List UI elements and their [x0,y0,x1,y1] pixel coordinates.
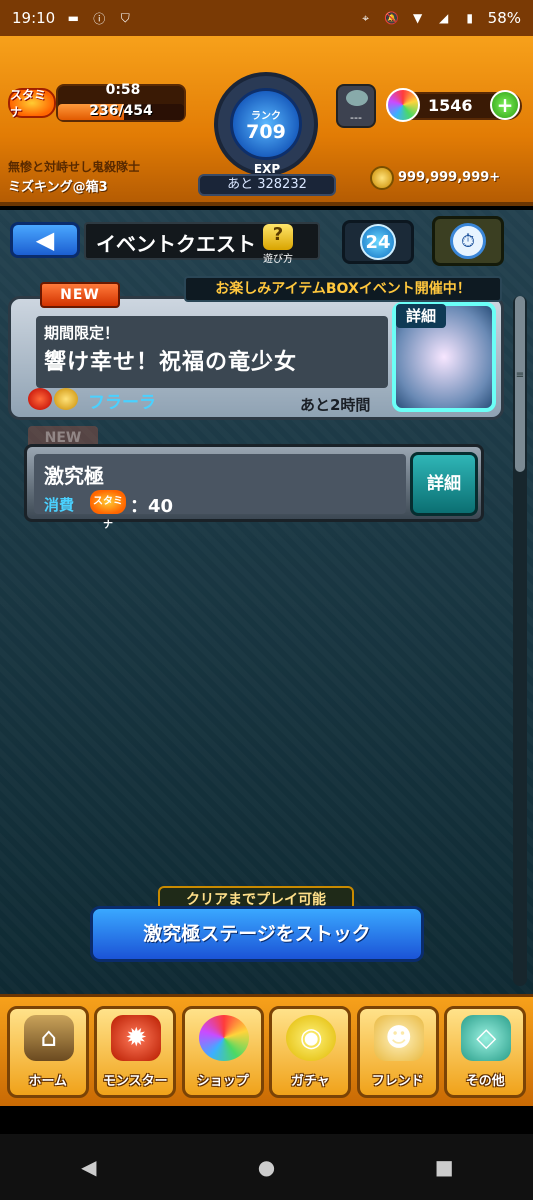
clock-time: 19:10 [12,9,56,27]
rank-orb: ランク 709 [230,88,302,160]
orb-icon [386,88,420,122]
help-button[interactable]: ? 遊び方 [258,224,298,265]
coin-count: 999,999,999+ [398,170,501,185]
stamina-timer: 0:58 [105,82,141,98]
back-icon[interactable]: ◀ [71,1149,107,1185]
back-button[interactable]: ◀ [10,222,80,258]
rank-badge[interactable]: ランク 709 [214,72,318,176]
tab-other[interactable]: ◇ その他 [444,1005,527,1098]
player-title: 無惨と対峙せし鬼殺隊士 [8,160,141,174]
tab-home[interactable]: ⌂ ホーム [6,1005,89,1098]
treasure-icon [54,388,78,410]
back-arrow-icon: ◀ [35,226,55,254]
quest-cost-label: 消費 [44,496,75,514]
bottom-tab-bar: ⌂ ホーム ✹ モンスター ショップ ◉ ガチャ ☻ フレンド ◇ その他 [0,994,533,1106]
stock-stage-button[interactable]: 激究極ステージをストック [90,906,424,962]
stamina-icon: スタミナ [90,490,126,531]
rank-number: 709 [246,121,286,143]
exp-remaining: あと 328232 [198,174,336,196]
quest-detail-button[interactable]: 詳細 [410,452,478,516]
mute-icon: 🔕 [384,11,400,25]
demon-icon [28,388,52,410]
page-title: イベントクエスト [96,232,256,256]
scrollbar-grip-icon: ≡ [515,370,525,381]
tab-label: その他 [465,1073,505,1089]
home-icon: ⌂ [23,1014,74,1061]
quest-cost-value: ：40 [130,496,174,517]
timer-button[interactable]: ⏱ [432,216,504,266]
coin-icon [370,166,394,190]
tab-label: ショップ [196,1073,249,1089]
friend-icon: ☻ [373,1014,424,1061]
shield-icon: ⛉ [120,10,130,25]
other-icon: ◇ [461,1014,512,1061]
orb-count: 1546 [428,96,473,115]
battery-level: 58% [487,9,521,27]
gacha-icon: ◉ [286,1014,337,1061]
wifi-icon: ▼ [413,11,423,25]
tab-label: ホーム [28,1073,68,1089]
item-box-event-banner[interactable]: お楽しみアイテムBOXイベント開催中！ [184,276,502,302]
quest-list-area: ◀ イベントクエスト ? 遊び方 24 ⏱ NEW お楽しみアイテムBOXイベン… [0,210,533,994]
message-icon: ▬ [67,11,79,25]
count-badge-button[interactable]: 24 [342,220,414,264]
battery-icon: ▮ [466,11,473,25]
tab-label: ガチャ [290,1073,330,1089]
screen-gap [0,1106,533,1134]
stamina-icon: スタミナ [8,88,56,119]
tab-label: フレンド [371,1073,424,1089]
add-orbs-button[interactable]: + [490,90,520,120]
event-detail-label[interactable]: 詳細 [396,304,446,328]
count-badge: 24 [360,224,396,260]
tab-friend[interactable]: ☻ フレンド [356,1005,439,1098]
quest-name: 激究極 [44,464,104,488]
robot-head [346,90,368,106]
event-title: 響け幸せ！祝福の竜少女 [44,350,298,375]
stamina-value: 236/454 [89,103,153,119]
monster-icon: ✹ [111,1014,162,1061]
robot-icon[interactable]: --- [336,84,376,128]
robot-value: --- [350,111,362,124]
tab-monster[interactable]: ✹ モンスター [94,1005,177,1098]
player-name: ミズキング@箱3 [8,180,108,195]
rank-label: ランク [251,111,281,122]
home-icon[interactable]: ● [248,1149,284,1185]
event-limited-tag: 期間限定！ [44,324,120,342]
android-nav-bar: ◀ ● ■ [0,1134,533,1200]
help-label: 遊び方 [263,254,293,265]
recents-icon[interactable]: ■ [426,1149,462,1185]
location-icon: ⌖ [362,10,370,25]
time-remaining: あと2時間 [300,396,371,414]
boss-name: フラーラ [88,393,156,413]
shop-icon [198,1014,249,1061]
clock-icon: ⏱ [450,223,486,259]
tab-label: モンスター [102,1073,168,1089]
boss-attribute-icons [28,388,78,410]
new-badge: NEW [40,282,120,308]
question-icon: ? [263,224,293,250]
status-bar: 19:10 ▬ ⓘ ⛉ ⌖ 🔕 ▼ ◢ ▮ 58% [0,0,533,36]
signal-icon: ◢ [439,11,449,25]
info-icon: ⓘ [93,11,106,26]
tab-gacha[interactable]: ◉ ガチャ [269,1005,352,1098]
tab-shop[interactable]: ショップ [181,1005,264,1098]
